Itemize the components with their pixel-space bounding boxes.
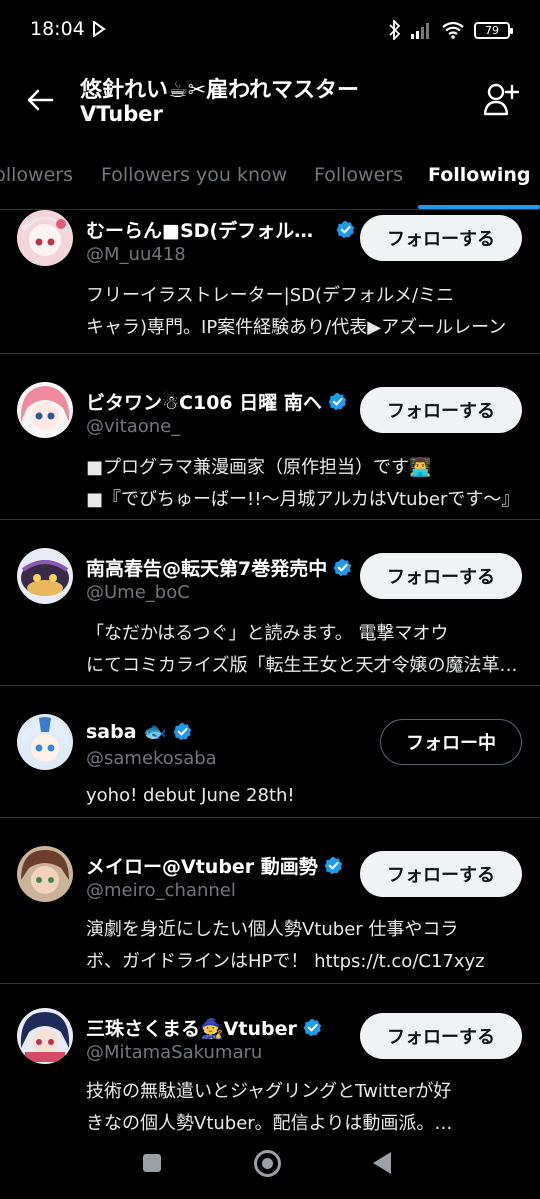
user-name-row: むーらん■SD(デフォルメ/ミニキャラ) [86,216,355,243]
follow-button[interactable]: フォローする [360,387,522,433]
avatar[interactable] [17,1008,73,1064]
list-item[interactable]: saba 🐟 @samekosaba フォロー中 yoho! debut Jun… [0,686,540,818]
bio-line: 技術の無駄遣いとジャグリングとTwitterが好 [86,1081,452,1102]
follow-button[interactable]: フォローする [360,215,522,261]
bio-line: フリーイラストレーター|SD(デフォルメ/ミニ [86,285,455,306]
user-name-row: saba 🐟 [86,720,192,743]
user-handle: @M_uu418 [86,244,186,265]
user-bio: ■プログラマ兼漫画家（原作担当）です👨‍💻 ■『でびちゅーばー!!〜月城アルカは… [86,452,522,516]
list-item[interactable]: 南高春告@転天第7巻発売中 @Ume_boC フォローする 「なだかはるつぐ」と… [0,520,540,686]
system-back-button[interactable] [373,1152,391,1174]
bio-line: ボ、ガイドラインはHPで！ https://t.co/C17xyz [86,951,485,972]
user-name-row: メイロー@Vtuber 動画勢 [86,852,343,879]
avatar-image [17,548,73,604]
follow-button[interactable]: フォローする [360,1013,522,1059]
tab-followers-you-know[interactable]: Followers you know [101,164,287,186]
follow-button[interactable]: フォローする [360,851,522,897]
avatar-image [17,846,73,902]
profile-header: 悠針れい☕✂雇われマスター VTuber [0,60,540,146]
tab-verified-followers[interactable]: Followers [0,164,73,186]
avatar[interactable] [17,210,73,266]
system-navigation-bar [0,1132,540,1199]
user-name: ビタワン☃C106 日曜 南ヘ [86,392,322,414]
verified-badge-icon [173,722,192,741]
profile-subtitle: VTuber [80,102,163,126]
list-item[interactable]: メイロー@Vtuber 動画勢 @meiro_channel フォローする 演劇… [0,818,540,984]
avatar[interactable] [17,382,73,438]
user-bio: 技術の無駄遣いとジャグリングとTwitterが好 きなの個人勢Vtuber。配信… [86,1076,522,1140]
play-store-notification-icon [93,21,106,37]
signal-icon [411,23,429,39]
bio-line: キャラ)専門。IP案件経験あり/代表▶アズールレーン [86,317,507,338]
bio-line: にてコミカライズ版「転生王女と天才令嬢の魔法革命」 [86,655,522,676]
arrow-left-icon [27,89,54,111]
list-item[interactable]: ビタワン☃C106 日曜 南ヘ @vitaone_ フォローする ■プログラマ兼… [0,354,540,520]
user-bio: 演劇を身近にしたい個人勢Vtuber 仕事やコラ ボ、ガイドラインはHPで！ h… [86,914,522,978]
user-handle: @Ume_boC [86,582,190,603]
wifi-icon [442,21,464,39]
avatar-image [17,210,73,266]
bio-line: ■プログラマ兼漫画家（原作担当）です👨‍💻 [86,457,432,478]
list-item[interactable]: 三珠さくまる🧙Vtuber @MitamaSakumaru フォローする 技術の… [0,984,540,1144]
bluetooth-icon [389,20,401,40]
user-name: 南高春告@転天第7巻発売中 [86,558,328,580]
verified-badge-icon [333,558,352,577]
avatar[interactable] [17,714,73,770]
following-list: むーらん■SD(デフォルメ/ミニキャラ) @M_uu418 フォローする フリー… [0,210,540,1144]
verified-badge-icon [336,220,355,239]
bio-line: ■『でびちゅーばー!!〜月城アルカはVtuberです〜』 [86,489,520,510]
follow-button[interactable]: フォローする [360,553,522,599]
tab-followers[interactable]: Followers [314,164,403,186]
verified-badge-icon [328,392,347,411]
avatar-image [17,1008,73,1064]
user-name: 三珠さくまる🧙Vtuber [86,1018,297,1040]
user-handle: @meiro_channel [86,880,236,901]
avatar[interactable] [17,846,73,902]
verified-badge-icon [324,856,343,875]
follow-tabs: Followers Followers you know Followers F… [0,146,540,210]
active-tab-indicator [418,205,540,209]
bio-line: yoho! debut June 28th! [86,785,295,806]
user-name: メイロー@Vtuber 動画勢 [86,856,318,878]
back-button[interactable] [22,82,58,118]
bio-line: 演劇を身近にしたい個人勢Vtuber 仕事やコラ [86,919,459,940]
user-name: saba 🐟 [86,721,167,743]
tab-following[interactable]: Following [428,164,531,186]
user-bio: 「なだかはるつぐ」と読みます。 電撃マオウ にてコミカライズ版「転生王女と天才令… [86,618,522,682]
user-bio: yoho! debut June 28th! [86,780,522,812]
profile-display-name: 悠針れい☕✂雇われマスター [80,78,360,103]
user-handle: @vitaone_ [86,416,181,437]
list-item[interactable]: むーらん■SD(デフォルメ/ミニキャラ) @M_uu418 フォローする フリー… [0,210,540,354]
battery-indicator: 79 [474,21,513,39]
user-handle: @MitamaSakumaru [86,1042,263,1063]
following-button[interactable]: フォロー中 [380,719,522,765]
status-icons: 79 [389,18,513,42]
avatar[interactable] [17,548,73,604]
user-name-row: 三珠さくまる🧙Vtuber [86,1014,322,1041]
status-bar: 18:04 79 [0,0,540,60]
user-name-row: ビタワン☃C106 日曜 南ヘ [86,388,347,415]
user-name-row: 南高春告@転天第7巻発売中 [86,554,352,581]
user-bio: フリーイラストレーター|SD(デフォルメ/ミニ キャラ)専門。IP案件経験あり/… [86,280,522,344]
status-time: 18:04 [30,18,85,40]
avatar-image [17,382,73,438]
battery-level: 79 [485,23,499,37]
home-button[interactable] [254,1150,281,1177]
add-user-button[interactable] [480,78,522,120]
avatar-image [17,714,73,770]
recent-apps-button[interactable] [143,1154,161,1172]
user-handle: @samekosaba [86,748,217,769]
add-user-icon [483,83,519,116]
user-name: むーらん■SD(デフォルメ/ミニキャラ) [86,220,330,242]
bio-line: 「なだかはるつぐ」と読みます。 電撃マオウ [86,623,449,644]
verified-badge-icon [303,1018,322,1037]
